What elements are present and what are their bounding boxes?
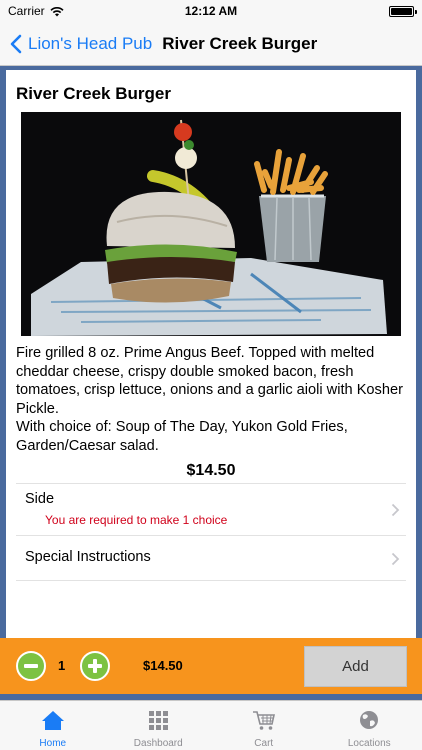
chevron-left-icon [10, 34, 22, 53]
side-option-row[interactable]: Side You are required to make 1 choice [16, 483, 406, 535]
globe-icon [360, 711, 379, 729]
status-bar: Carrier 12:12 AM [0, 0, 422, 22]
battery-icon [389, 5, 417, 17]
tab-cart[interactable]: Cart [211, 701, 317, 750]
status-left: Carrier [8, 4, 64, 18]
tab-label: Locations [347, 738, 391, 749]
item-detail-card: River Creek Burger Fire grilled 8 oz. Pr… [6, 70, 416, 638]
side-option-label: Side [25, 491, 55, 507]
wifi-icon [50, 6, 64, 16]
tab-home[interactable]: Home [0, 701, 106, 750]
tab-label: Dashboard [133, 738, 183, 749]
tab-label: Home [39, 738, 67, 749]
order-bar: 1 $14.50 Add [0, 638, 422, 694]
page-title: River Creek Burger [162, 33, 318, 53]
back-button[interactable]: Lion's Head Pub [0, 34, 152, 54]
chevron-right-icon [391, 552, 400, 566]
minus-icon [24, 664, 38, 668]
increase-quantity-button[interactable] [80, 651, 110, 681]
cart-icon [252, 711, 275, 730]
add-to-cart-button[interactable]: Add [304, 646, 407, 687]
carrier-label: Carrier [8, 4, 45, 18]
special-instructions-row[interactable]: Special Instructions [16, 535, 406, 581]
grid-icon [149, 711, 169, 730]
tab-dashboard[interactable]: Dashboard [106, 701, 212, 750]
tab-locations[interactable]: Locations [317, 701, 422, 750]
item-photo [21, 112, 401, 336]
tab-label: Cart [254, 738, 274, 749]
chevron-right-icon [391, 503, 400, 517]
decrease-quantity-button[interactable] [16, 651, 46, 681]
special-instructions-label: Special Instructions [25, 549, 151, 565]
order-total: $14.50 [143, 658, 183, 673]
quantity-value: 1 [58, 658, 66, 673]
back-label: Lion's Head Pub [28, 33, 153, 53]
home-icon [41, 711, 64, 730]
description-choices: With choice of: Soup of The Day, Yukon G… [16, 419, 348, 454]
item-description: Fire grilled 8 oz. Prime Angus Beef. Top… [16, 344, 411, 456]
tab-bar: Home Dashboard Cart Locations [0, 700, 422, 750]
burger-photo-illustration [21, 112, 401, 336]
item-price: $14.50 [186, 462, 236, 479]
item-title: River Creek Burger [16, 84, 171, 103]
side-required-warning: You are required to make 1 choice [45, 513, 228, 527]
description-paragraph: Fire grilled 8 oz. Prime Angus Beef. Top… [16, 345, 403, 417]
navigation-bar: Lion's Head Pub River Creek Burger [0, 22, 422, 66]
